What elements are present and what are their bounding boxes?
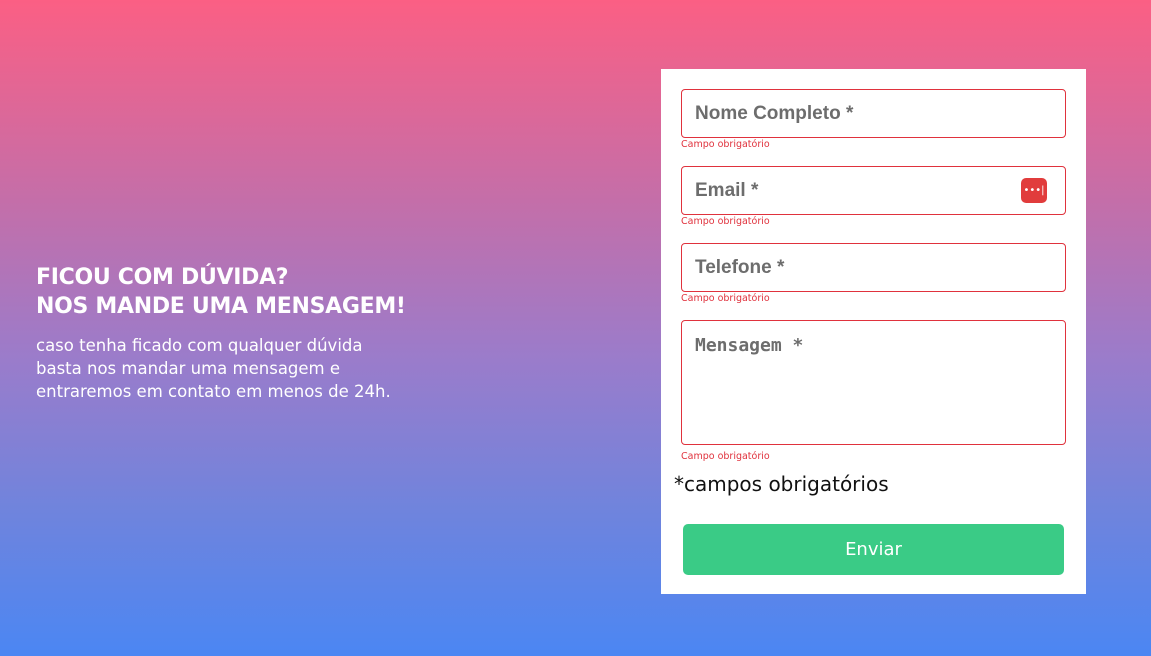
submit-button[interactable]: Enviar: [683, 524, 1064, 575]
hero-description: caso tenha ficado com qualquer dúvida ba…: [36, 336, 391, 401]
phone-error: Campo obrigatório: [681, 293, 770, 304]
hero-title: FICOU COM DÚVIDA? NOS MANDE UMA MENSAGEM…: [36, 263, 436, 321]
email-input[interactable]: [695, 167, 1015, 214]
hero-title-line-2: NOS MANDE UMA MENSAGEM!: [36, 294, 406, 319]
contact-form: Campo obrigatório •••| Campo obrigatório…: [661, 69, 1086, 594]
name-field: [681, 89, 1066, 138]
password-manager-icon[interactable]: •••|: [1021, 178, 1047, 203]
required-fields-note: *campos obrigatórios: [674, 472, 889, 496]
message-error: Campo obrigatório: [681, 451, 770, 462]
message-textarea[interactable]: [695, 335, 1055, 435]
phone-field: [681, 243, 1066, 292]
email-field: •••|: [681, 166, 1066, 215]
name-input[interactable]: [695, 90, 1015, 137]
name-error: Campo obrigatório: [681, 139, 770, 150]
hero-section: FICOU COM DÚVIDA? NOS MANDE UMA MENSAGEM…: [36, 263, 436, 403]
phone-input[interactable]: [695, 244, 1015, 291]
hero-title-line-1: FICOU COM DÚVIDA?: [36, 265, 289, 290]
message-field: [681, 320, 1066, 445]
email-error: Campo obrigatório: [681, 216, 770, 227]
